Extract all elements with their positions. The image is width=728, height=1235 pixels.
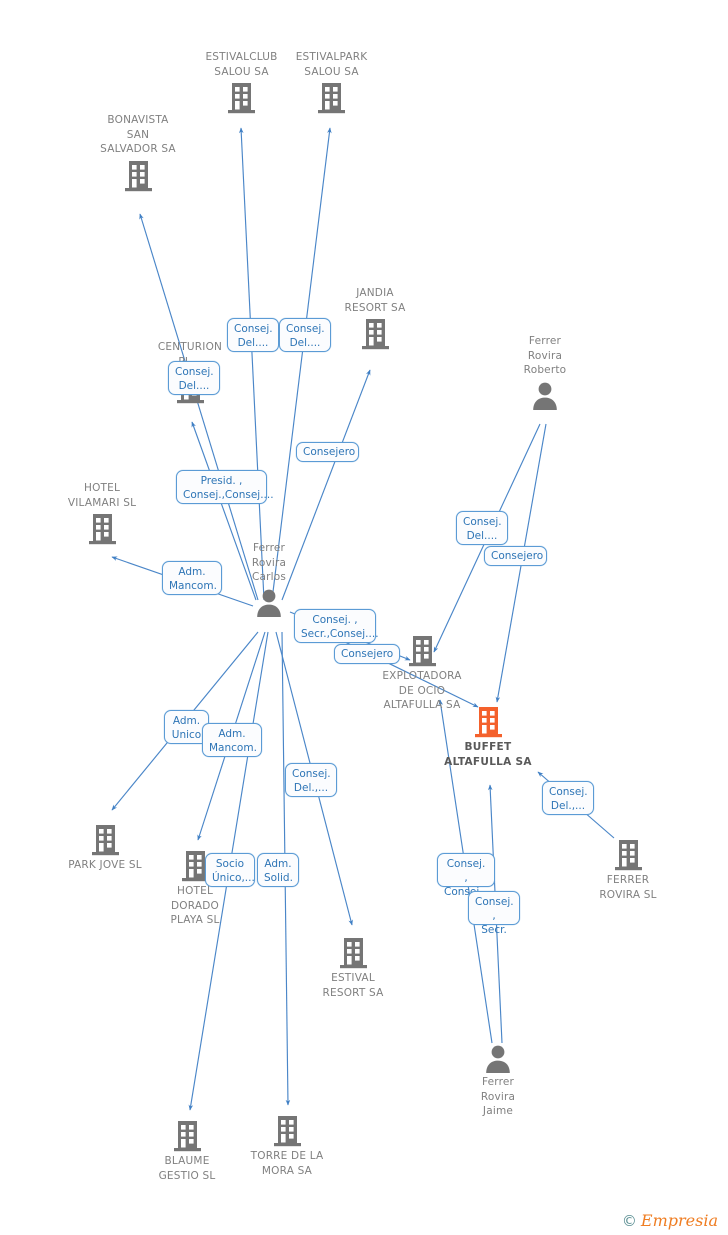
edge-label-adm-mancom-hotel-dorado[interactable]: Adm. Mancom. <box>202 723 262 757</box>
building-icon <box>408 634 437 667</box>
node-estivalclub-salou-sa[interactable]: ESTIVALCLUB SALOU SA <box>205 50 277 114</box>
node-label: ESTIVAL RESORT SA <box>322 972 384 999</box>
node-label: TORRE DE LA MORA SA <box>250 1150 324 1177</box>
node-label: HOTEL VILAMARI SL <box>67 482 137 509</box>
building-icon <box>124 159 153 192</box>
node-label: ESTIVALCLUB SALOU SA <box>205 51 278 78</box>
edge-label-consej-del-estivalpark[interactable]: Consej. Del.... <box>279 318 331 352</box>
node-person-ferrer-rovira-roberto[interactable]: Ferrer Rovira Roberto <box>515 334 575 410</box>
node-blaume-gestio-sl[interactable]: BLAUME GESTIO SL <box>147 1119 227 1183</box>
edge-label-socio-unico-blaume[interactable]: Socio Único,... <box>205 853 255 887</box>
node-label: Ferrer Rovira Carlos <box>251 542 287 583</box>
node-label: BUFFET ALTAFULLA SA <box>444 741 532 768</box>
edge-label-consej-del-centurion[interactable]: Consej. Del.... <box>168 361 220 395</box>
node-person-ferrer-rovira-carlos[interactable]: Ferrer Rovira Carlos <box>238 541 300 617</box>
edge-label-consej-del-explotadora[interactable]: Consej. Del.... <box>456 511 508 545</box>
edge-label-consej-secr-buffet[interactable]: Consej. , Secr.,Consej.... <box>294 609 379 643</box>
edge-label-consej-del-estival-resort[interactable]: Consej. Del.,... <box>285 763 337 797</box>
node-estival-resort-sa[interactable]: ESTIVAL RESORT SA <box>313 936 393 1000</box>
node-label: Ferrer Rovira Jaime <box>480 1076 516 1117</box>
node-park-jove-sl[interactable]: PARK JOVE SL <box>56 823 154 873</box>
building-icon-highlighted <box>474 705 503 738</box>
edge-label-consej-consej-explotadora[interactable]: Consej. , Consej.... <box>437 853 495 898</box>
node-label: BONAVISTA SAN SALVADOR SA <box>100 114 176 155</box>
empresia-logo: Empresia <box>640 1211 718 1230</box>
node-label: JANDIA RESORT SA <box>344 287 406 314</box>
node-buffet-altafulla-sa[interactable]: BUFFET ALTAFULLA SA <box>438 705 538 769</box>
edge-label-adm-solid-torre-mora[interactable]: Adm. Solid. <box>257 853 299 887</box>
node-label: ESTIVALPARK SALOU SA <box>295 51 368 78</box>
edge-label-consej-del-ferrer-rovira-sl[interactable]: Consej. Del.,... <box>542 781 594 815</box>
node-estivalpark-salou-sa[interactable]: ESTIVALPARK SALOU SA <box>296 50 367 114</box>
building-icon <box>614 838 643 871</box>
building-icon <box>173 1119 202 1152</box>
node-bonavista-san-salvador-sa[interactable]: BONAVISTA SAN SALVADOR SA <box>88 113 188 192</box>
node-label: Ferrer Rovira Roberto <box>523 335 567 376</box>
network-diagram-canvas[interactable]: ESTIVALCLUB SALOU SA ESTIVALPARK SALOU S… <box>0 0 728 1235</box>
building-icon <box>339 936 368 969</box>
edge-label-adm-mancom-vilamari[interactable]: Adm. Mancom. <box>162 561 222 595</box>
node-hotel-vilamari-sl[interactable]: HOTEL VILAMARI SL <box>55 481 149 545</box>
person-icon <box>530 380 560 410</box>
node-jandia-resort-sa[interactable]: JANDIA RESORT SA <box>340 286 410 350</box>
edge-label-consej-del-estivalclub[interactable]: Consej. Del.... <box>227 318 279 352</box>
person-icon <box>254 587 284 617</box>
person-icon <box>483 1043 513 1073</box>
node-person-ferrer-rovira-jaime[interactable]: Ferrer Rovira Jaime <box>468 1043 528 1119</box>
copyright-icon: © <box>621 1211 637 1230</box>
edge-label-consejero-jandia[interactable]: Consejero <box>296 442 359 462</box>
edge-label-consej-secr-buffet-jaime[interactable]: Consej. , Secr. <box>468 891 520 936</box>
node-ferrer-rovira-sl[interactable]: FERRER ROVIRA SL <box>588 838 668 902</box>
edge-label-consejero-buffet-roberto[interactable]: Consejero <box>484 546 547 566</box>
edge-label-consejero-explotadora[interactable]: Consejero <box>334 644 400 664</box>
building-icon <box>361 317 390 350</box>
node-label: FERRER ROVIRA SL <box>599 874 657 901</box>
building-icon <box>91 823 120 856</box>
building-icon <box>273 1114 302 1147</box>
node-label: HOTEL DORADO PLAYA SL <box>170 885 220 926</box>
building-icon <box>227 81 256 114</box>
building-icon <box>88 512 117 545</box>
watermark: © Empresia <box>622 1213 718 1229</box>
edge-label-presid-consej-bonavista[interactable]: Presid. , Consej.,Consej.... <box>176 470 274 504</box>
node-torre-de-la-mora-sa[interactable]: TORRE DE LA MORA SA <box>242 1114 332 1178</box>
node-label: BLAUME GESTIO SL <box>158 1155 216 1182</box>
building-icon <box>317 81 346 114</box>
node-label: PARK JOVE SL <box>68 859 142 871</box>
